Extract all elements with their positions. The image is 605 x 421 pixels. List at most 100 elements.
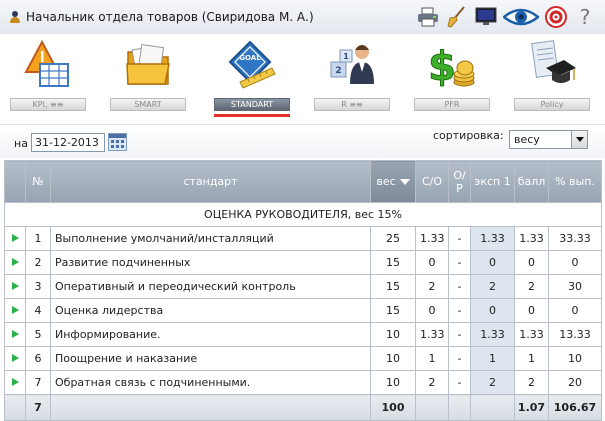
col-num[interactable]: №: [25, 160, 51, 203]
row-name[interactable]: Выполнение умолчаний/инсталляций: [50, 226, 371, 251]
expand-play-icon[interactable]: [4, 250, 26, 275]
row-name[interactable]: Оперативный и переодический контроль: [50, 274, 371, 299]
totals-exp1: [470, 394, 515, 421]
row-op: -: [448, 226, 471, 251]
row-so: 2: [415, 274, 449, 299]
row-score: 2: [514, 274, 549, 299]
nav-item-policy[interactable]: Policy: [514, 38, 590, 118]
row-exp1[interactable]: 0: [470, 250, 515, 275]
expand-play-icon[interactable]: [4, 322, 26, 347]
col-weight-label: вес: [376, 175, 396, 188]
expand-play-icon[interactable]: [4, 226, 26, 251]
row-name[interactable]: Обратная связь с подчиненными.: [50, 370, 371, 395]
table-row[interactable]: 5 Информирование. 10 1.33 - 1.33 1.33 13…: [4, 322, 602, 347]
section-title: ОЦЕНКА РУКОВОДИТЕЛЯ, вес 15%: [4, 202, 602, 227]
row-exp1[interactable]: 1.33: [470, 322, 515, 347]
table-row[interactable]: 7 Обратная связь с подчиненными. 10 2 - …: [4, 370, 602, 395]
row-percent: 0: [548, 298, 602, 323]
table-row[interactable]: 4 Оценка лидерства 15 0 - 0 0 0: [4, 298, 602, 323]
col-standard[interactable]: стандарт: [50, 160, 371, 203]
row-so: 1.33: [415, 322, 449, 347]
expand-play-icon[interactable]: [4, 370, 26, 395]
nav-label-r: R ≡≡: [314, 98, 390, 111]
nav-item-standart[interactable]: GOAL STANDART: [214, 38, 290, 118]
row-weight: 15: [370, 250, 416, 275]
printer-icon[interactable]: [416, 5, 440, 29]
nav-item-kpi[interactable]: KPI, ≡≡: [10, 38, 86, 118]
row-score: 1: [514, 346, 549, 371]
user-icon: [10, 11, 20, 23]
monitor-icon[interactable]: [474, 5, 498, 29]
row-weight: 25: [370, 226, 416, 251]
table-row[interactable]: 3 Оперативный и переодический контроль 1…: [4, 274, 602, 299]
totals-row: 7 100 1.07 106.67: [4, 394, 602, 421]
totals-op: [448, 394, 471, 421]
chevron-down-icon[interactable]: [571, 131, 587, 148]
table-row[interactable]: 6 Поощрение и наказание 10 1 - 1 1 10: [4, 346, 602, 371]
row-percent: 0: [548, 250, 602, 275]
row-percent: 10: [548, 346, 602, 371]
col-weight[interactable]: вес: [370, 160, 416, 203]
col-so[interactable]: С/О: [415, 160, 449, 203]
row-num: 5: [25, 322, 51, 347]
table-row[interactable]: 2 Развитие подчиненных 15 0 - 0 0 0: [4, 250, 602, 275]
row-so: 2: [415, 370, 449, 395]
col-percent[interactable]: % вып.: [548, 160, 602, 203]
help-icon[interactable]: ?: [573, 5, 597, 29]
row-name[interactable]: Развитие подчиненных: [50, 250, 371, 275]
target-icon[interactable]: [544, 5, 568, 29]
table-row[interactable]: 1 Выполнение умолчаний/инсталляций 25 1.…: [4, 226, 602, 251]
row-exp1[interactable]: 1: [470, 346, 515, 371]
calendar-icon[interactable]: [108, 133, 127, 151]
nav-label-smart: SMART: [110, 98, 186, 111]
col-play: [4, 160, 26, 203]
dollar-coins-icon: $: [428, 38, 476, 92]
row-score: 0: [514, 298, 549, 323]
row-weight: 15: [370, 298, 416, 323]
nav-item-pfr[interactable]: $ PFR: [414, 38, 490, 118]
broom-icon[interactable]: [445, 5, 469, 29]
nav-item-smart[interactable]: SMART: [110, 38, 186, 118]
totals-name: [50, 394, 371, 421]
toolbar: ?: [416, 5, 597, 29]
row-name[interactable]: Оценка лидерства: [50, 298, 371, 323]
row-weight: 10: [370, 322, 416, 347]
row-weight: 15: [370, 274, 416, 299]
sort-label: сортировка:: [433, 129, 504, 142]
date-input[interactable]: [31, 133, 105, 152]
nav-item-r[interactable]: 21 R ≡≡: [314, 38, 390, 118]
row-so: 0: [415, 250, 449, 275]
col-op[interactable]: О/ Р: [448, 160, 471, 203]
row-op: -: [448, 274, 471, 299]
totals-so: [415, 394, 449, 421]
row-score: 1.33: [514, 322, 549, 347]
eye-icon[interactable]: [503, 5, 539, 29]
row-op: -: [448, 250, 471, 275]
row-score: 2: [514, 370, 549, 395]
col-exp1[interactable]: эксп 1: [470, 160, 515, 203]
row-percent: 20: [548, 370, 602, 395]
row-name[interactable]: Поощрение и наказание: [50, 346, 371, 371]
row-num: 7: [25, 370, 51, 395]
table-header-row: № стандарт вес С/О О/ Р эксп 1 балл % вы…: [4, 160, 602, 203]
sort-select[interactable]: весу: [509, 130, 588, 149]
warning-grid-icon: [24, 38, 72, 92]
row-name[interactable]: Информирование.: [50, 322, 371, 347]
row-exp1[interactable]: 1.33: [470, 226, 515, 251]
row-exp1[interactable]: 0: [470, 298, 515, 323]
expand-play-icon[interactable]: [4, 274, 26, 299]
svg-text:2: 2: [335, 66, 341, 76]
expand-play-icon[interactable]: [4, 298, 26, 323]
col-score[interactable]: балл: [514, 160, 549, 203]
row-num: 2: [25, 250, 51, 275]
row-exp1[interactable]: 2: [470, 274, 515, 299]
totals-score: 1.07: [514, 394, 549, 421]
row-num: 3: [25, 274, 51, 299]
row-percent: 13.33: [548, 322, 602, 347]
row-num: 6: [25, 346, 51, 371]
row-op: -: [448, 370, 471, 395]
row-exp1[interactable]: 2: [470, 370, 515, 395]
section-row: ОЦЕНКА РУКОВОДИТЕЛЯ, вес 15%: [4, 202, 602, 227]
svg-text:1: 1: [343, 52, 349, 61]
expand-play-icon[interactable]: [4, 346, 26, 371]
